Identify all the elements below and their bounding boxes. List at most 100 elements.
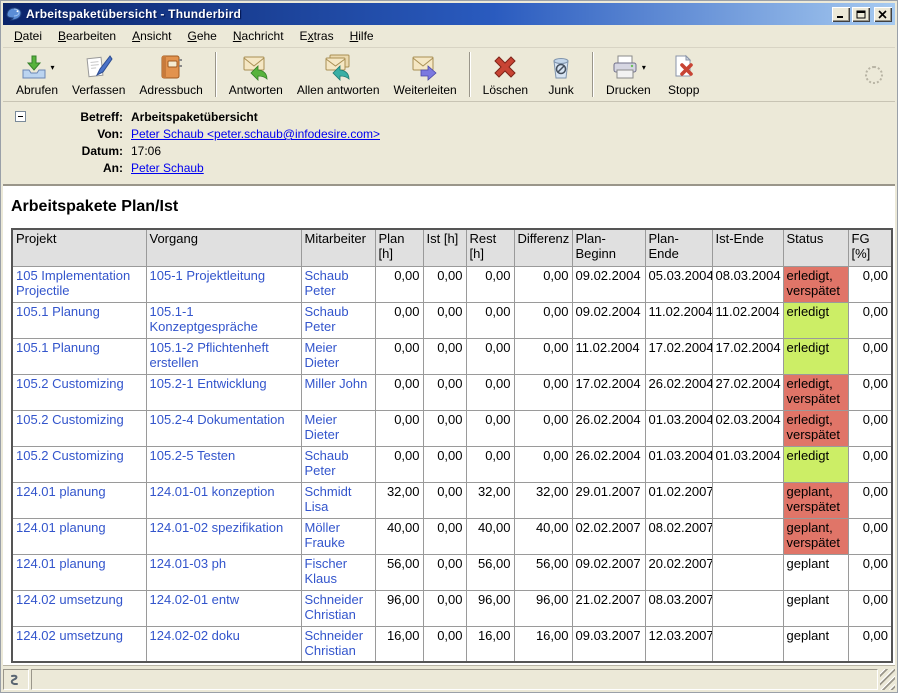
mitarbeiter-link[interactable]: Schaub Peter: [305, 268, 349, 298]
mitarbeiter-link[interactable]: Miller John: [305, 376, 368, 391]
mitarbeiter-link[interactable]: Schneider Christian: [305, 592, 364, 622]
reply-all-button[interactable]: Allen antworten: [290, 50, 387, 99]
menu-nachricht[interactable]: Nachricht: [226, 26, 291, 46]
print-dropdown-arrow[interactable]: ▾: [642, 63, 646, 72]
projekt-link[interactable]: 105.2 Customizing: [16, 412, 124, 427]
plan-beginn-cell: 26.02.2004: [572, 446, 645, 482]
mitarbeiter-link[interactable]: Meier Dieter: [305, 412, 340, 442]
mitarbeiter-link[interactable]: Schaub Peter: [305, 448, 349, 478]
collapse-headers-button[interactable]: [15, 111, 26, 122]
fg-cell: 0,00: [848, 266, 892, 302]
get-mail-button[interactable]: ▾ Abrufen: [9, 50, 65, 99]
projekt-link[interactable]: 105.1 Planung: [16, 340, 100, 355]
plan-cell: 0,00: [375, 374, 423, 410]
plan-ende-cell: 08.02.2007: [645, 518, 712, 554]
plan-cell: 96,00: [375, 590, 423, 626]
menu-hilfe[interactable]: Hilfe: [343, 26, 381, 46]
delete-button[interactable]: Löschen: [476, 50, 535, 99]
vorgang-link[interactable]: 124.01-01 konzeption: [150, 484, 275, 499]
projekt-link[interactable]: 124.01 planung: [16, 520, 106, 535]
col-fg: FG [%]: [848, 229, 892, 266]
mitarbeiter-link[interactable]: Schmidt Lisa: [305, 484, 352, 514]
status-badge: erledigt: [783, 338, 848, 374]
activity-throbber-icon: [865, 66, 883, 84]
print-button[interactable]: ▾ Drucken: [599, 50, 658, 99]
projekt-link[interactable]: 105 Implementation Projectile: [16, 268, 130, 298]
online-status-panel[interactable]: [3, 669, 29, 690]
reply-button[interactable]: Antworten: [222, 50, 290, 99]
projekt-link[interactable]: 105.1 Planung: [16, 304, 100, 319]
projekt-link[interactable]: 124.02 umsetzung: [16, 628, 123, 643]
differenz-cell: 0,00: [514, 266, 572, 302]
mitarbeiter-link[interactable]: Schneider Christian: [305, 628, 364, 658]
mitarbeiter-link[interactable]: Meier Dieter: [305, 340, 340, 370]
menu-extras[interactable]: Extras: [293, 26, 341, 46]
to-link[interactable]: Peter Schaub: [131, 160, 204, 176]
table-row: 124.01 planung 124.01-02 spezifikation M…: [12, 518, 892, 554]
projekt-link[interactable]: 105.2 Customizing: [16, 376, 124, 391]
plan-ende-cell: 01.03.2004: [645, 410, 712, 446]
vorgang-link[interactable]: 105.2-5 Testen: [150, 448, 236, 463]
vorgang-link[interactable]: 105.2-1 Entwicklung: [150, 376, 267, 391]
to-label: An:: [39, 160, 131, 176]
vorgang-link[interactable]: 105-1 Projektleitung: [150, 268, 266, 283]
menu-gehe[interactable]: Gehe: [180, 26, 223, 46]
get-mail-dropdown-arrow[interactable]: ▾: [51, 63, 55, 72]
toolbar-separator: [469, 52, 471, 97]
fg-cell: 0,00: [848, 554, 892, 590]
compose-button[interactable]: Verfassen: [65, 50, 132, 99]
menu-ansicht[interactable]: Ansicht: [125, 26, 178, 46]
forward-button[interactable]: Weiterleiten: [387, 50, 464, 99]
col-plan-ende: Plan-Ende: [645, 229, 712, 266]
mitarbeiter-link[interactable]: Schaub Peter: [305, 304, 349, 334]
rest-cell: 0,00: [466, 338, 514, 374]
address-book-button[interactable]: Adressbuch: [132, 50, 209, 99]
close-button[interactable]: [874, 7, 892, 22]
table-row: 124.01 planung 124.01-03 ph Fischer Klau…: [12, 554, 892, 590]
minimize-button[interactable]: [832, 7, 850, 22]
projekt-link[interactable]: 124.01 planung: [16, 484, 106, 499]
vorgang-link[interactable]: 124.01-03 ph: [150, 556, 227, 571]
stop-button[interactable]: Stopp: [658, 50, 710, 99]
from-link[interactable]: Peter Schaub <peter.schaub@infodesire.co…: [131, 126, 380, 142]
vorgang-link[interactable]: 105.2-4 Dokumentation: [150, 412, 285, 427]
plan-cell: 32,00: [375, 482, 423, 518]
status-badge: geplant, verspätet: [783, 482, 848, 518]
differenz-cell: 56,00: [514, 554, 572, 590]
differenz-cell: 16,00: [514, 626, 572, 662]
maximize-button[interactable]: [852, 7, 870, 22]
menu-bearbeiten[interactable]: Bearbeiten: [51, 26, 123, 46]
ist-ende-cell: 11.02.2004: [712, 302, 783, 338]
plan-ende-cell: 26.02.2004: [645, 374, 712, 410]
vorgang-link[interactable]: 105.1-1 Konzeptgespräche: [150, 304, 258, 334]
plan-cell: 56,00: [375, 554, 423, 590]
junk-button[interactable]: Junk: [535, 50, 587, 99]
vorgang-link[interactable]: 124.02-02 doku: [150, 628, 240, 643]
rest-cell: 0,00: [466, 446, 514, 482]
projekt-link[interactable]: 105.2 Customizing: [16, 448, 124, 463]
ist-cell: 0,00: [423, 302, 466, 338]
stop-icon: [670, 53, 698, 81]
vorgang-link[interactable]: 105.1-2 Pflichtenheft erstellen: [150, 340, 269, 370]
col-mitarbeiter: Mitarbeiter: [301, 229, 375, 266]
mitarbeiter-link[interactable]: Möller Frauke: [305, 520, 345, 550]
vorgang-link[interactable]: 124.01-02 spezifikation: [150, 520, 284, 535]
col-differenz: Differenz: [514, 229, 572, 266]
plan-ende-cell: 01.03.2004: [645, 446, 712, 482]
thunderbird-app-icon: [6, 6, 22, 22]
toolbar-separator: [215, 52, 217, 97]
menu-datei[interactable]: Datei: [7, 26, 49, 46]
col-ist-ende: Ist-Ende: [712, 229, 783, 266]
table-row: 105.2 Customizing 105.2-4 Dokumentation …: [12, 410, 892, 446]
fg-cell: 0,00: [848, 446, 892, 482]
status-badge: erledigt: [783, 302, 848, 338]
differenz-cell: 0,00: [514, 302, 572, 338]
projekt-link[interactable]: 124.02 umsetzung: [16, 592, 123, 607]
mitarbeiter-link[interactable]: Fischer Klaus: [305, 556, 348, 586]
vorgang-link[interactable]: 124.02-01 entw: [150, 592, 240, 607]
ist-cell: 0,00: [423, 410, 466, 446]
plan-cell: 0,00: [375, 302, 423, 338]
projekt-link[interactable]: 124.01 planung: [16, 556, 106, 571]
resize-grip[interactable]: [880, 669, 895, 690]
address-book-icon: [157, 53, 185, 81]
